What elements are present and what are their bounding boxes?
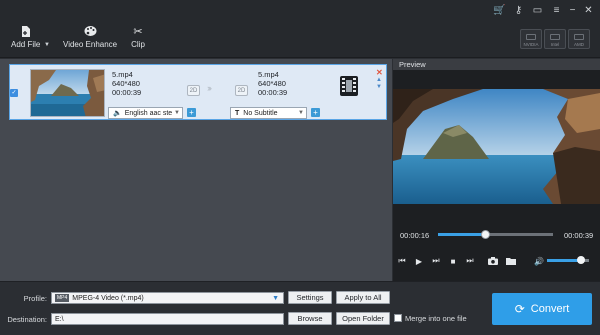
convert-button[interactable]: ⟳ Convert bbox=[492, 293, 592, 325]
toolbar: Add File ▼ Video Enhance ✂ Clip bbox=[0, 22, 600, 58]
add-file-label: Add File bbox=[11, 40, 41, 49]
output-duration: 00:00:39 bbox=[258, 88, 288, 97]
convert-refresh-icon: ⟳ bbox=[514, 302, 525, 316]
profile-value: MPEG-4 Video (*.mp4) bbox=[72, 294, 144, 302]
browse-button[interactable]: Browse bbox=[288, 312, 332, 325]
volume-slider[interactable] bbox=[547, 256, 589, 264]
nvidia-accel-icon: NVIDIA bbox=[520, 29, 542, 49]
next-frame-icon[interactable]: ⏭ bbox=[431, 256, 441, 266]
destination-input[interactable]: E:\ bbox=[51, 313, 284, 325]
apply-to-all-button[interactable]: Apply to All bbox=[336, 291, 390, 304]
chevron-down-icon: ▼ bbox=[272, 294, 279, 302]
chevron-down-icon: ▼ bbox=[174, 110, 180, 116]
key-icon[interactable]: ⚷ bbox=[512, 4, 525, 17]
add-subtitle-button[interactable]: + bbox=[311, 108, 320, 117]
cart-icon[interactable]: 🛒 bbox=[493, 4, 506, 17]
previous-frame-icon[interactable]: ⏮ bbox=[397, 256, 407, 266]
file-checkbox[interactable]: ✓ bbox=[10, 89, 18, 97]
palette-icon bbox=[83, 24, 97, 38]
volume-handle[interactable] bbox=[576, 256, 585, 264]
source-duration: 00:00:39 bbox=[112, 88, 142, 97]
stop-icon[interactable]: ■ bbox=[448, 256, 458, 266]
mp4-format-icon: MP4 bbox=[55, 294, 70, 302]
clip-button[interactable]: ✂ Clip bbox=[131, 24, 145, 50]
seek-bar-fill bbox=[438, 233, 486, 236]
convert-label: Convert bbox=[530, 303, 570, 315]
move-up-icon[interactable]: ▲ bbox=[376, 77, 382, 83]
source-2d-badge[interactable]: 2D bbox=[187, 85, 200, 96]
file-row[interactable]: 5.mp4 640*480 00:00:39 2D ››› 2D 5.mp4 6… bbox=[9, 64, 387, 120]
scissors-icon: ✂ bbox=[133, 25, 143, 38]
feedback-icon[interactable]: ▭ bbox=[531, 4, 544, 17]
add-file-button[interactable]: Add File bbox=[11, 24, 40, 49]
output-2d-badge[interactable]: 2D bbox=[235, 85, 248, 96]
amd-accel-icon: AMD bbox=[568, 29, 590, 49]
end-icon[interactable]: ⏭ bbox=[465, 256, 475, 266]
destination-label: Destination: bbox=[7, 315, 47, 324]
preview-header: Preview bbox=[393, 59, 600, 70]
merge-label: Merge into one file bbox=[405, 314, 467, 323]
volume-icon[interactable]: 🔊 bbox=[534, 256, 544, 266]
subtitle-select[interactable]: T No Subtitle ▼ bbox=[230, 107, 307, 119]
speaker-icon: 🔈 bbox=[113, 110, 122, 117]
file-list: 5.mp4 640*480 00:00:39 2D ››› 2D 5.mp4 6… bbox=[0, 59, 392, 281]
profile-label: Profile: bbox=[23, 294, 47, 303]
audio-track-select[interactable]: 🔈 English aac ste ▼ bbox=[108, 107, 183, 119]
add-file-dropdown-icon[interactable]: ▼ bbox=[44, 42, 50, 48]
clip-label: Clip bbox=[131, 40, 145, 49]
volume-fill bbox=[547, 259, 581, 262]
add-file-icon bbox=[19, 24, 33, 38]
video-thumbnail bbox=[30, 69, 105, 117]
convert-arrows-icon: ››› bbox=[207, 83, 212, 93]
subtitle-icon: T bbox=[235, 109, 240, 117]
video-enhance-label: Video Enhance bbox=[63, 40, 118, 49]
total-time: 00:00:39 bbox=[564, 231, 594, 240]
seek-bar[interactable] bbox=[438, 230, 553, 239]
profile-select[interactable]: MP4 MPEG-4 Video (*.mp4) ▼ bbox=[51, 292, 284, 304]
audio-track-value: English aac ste bbox=[124, 109, 173, 117]
preview-title: Preview bbox=[399, 60, 426, 69]
remove-file-icon[interactable]: ✕ bbox=[376, 68, 383, 77]
close-icon[interactable]: ✕ bbox=[582, 4, 595, 17]
merge-checkbox[interactable] bbox=[394, 314, 402, 322]
minimize-icon[interactable]: − bbox=[566, 4, 579, 17]
subtitle-value: No Subtitle bbox=[243, 109, 278, 117]
menu-icon[interactable]: ≡ bbox=[550, 4, 563, 17]
video-enhance-button[interactable]: Video Enhance bbox=[63, 24, 117, 49]
intel-accel-icon: Intel bbox=[544, 29, 566, 49]
move-down-icon[interactable]: ▼ bbox=[376, 84, 382, 90]
open-folder-button[interactable]: Open Folder bbox=[336, 312, 390, 325]
folder-icon[interactable] bbox=[506, 256, 516, 266]
chevron-down-icon: ▼ bbox=[298, 110, 304, 116]
title-bar: 🛒 ⚷ ▭ ≡ − ✕ bbox=[0, 0, 600, 22]
video-preview[interactable] bbox=[393, 89, 600, 204]
edit-film-icon[interactable] bbox=[340, 76, 358, 96]
play-icon[interactable]: ▶ bbox=[414, 256, 424, 266]
settings-button[interactable]: Settings bbox=[288, 291, 332, 304]
current-time: 00:00:16 bbox=[400, 231, 430, 240]
snapshot-icon[interactable] bbox=[488, 256, 498, 266]
add-audio-button[interactable]: + bbox=[187, 108, 196, 117]
